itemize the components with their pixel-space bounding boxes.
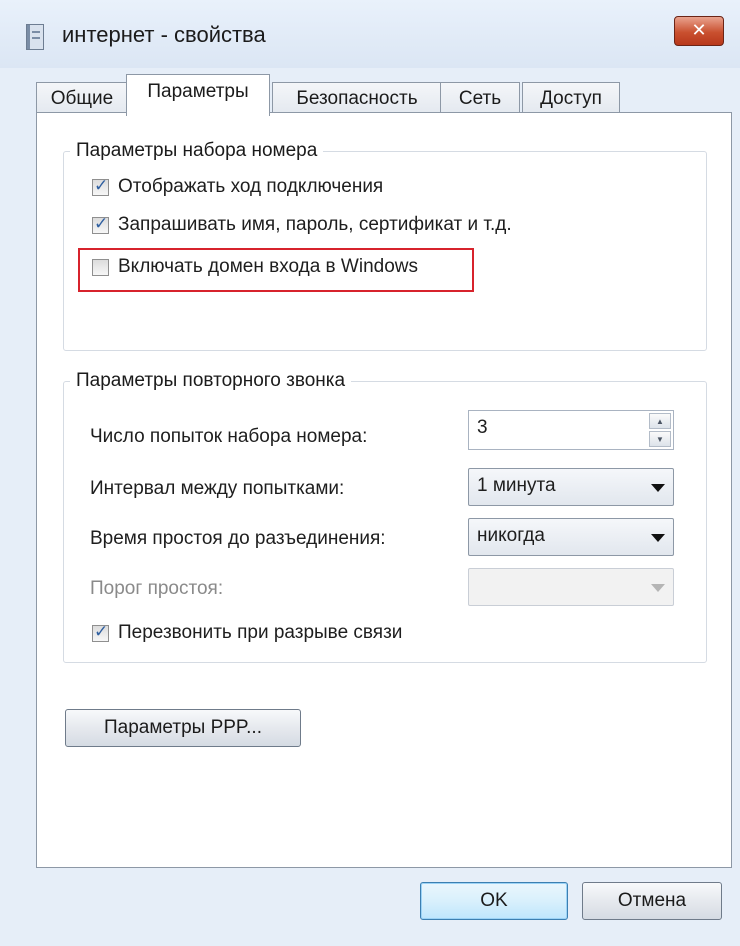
ppp-settings-button[interactable]: Параметры PPP... [65, 709, 301, 747]
spin-up-icon[interactable]: ▲ [649, 413, 671, 429]
spin-down-icon[interactable]: ▼ [649, 431, 671, 447]
prompt-credentials-label: Запрашивать имя, пароль, сертификат и т.… [118, 214, 512, 235]
redial-attempts-label: Число попыток набора номера: [90, 426, 368, 447]
idle-time-select[interactable]: никогда [468, 518, 674, 556]
redial-attempts-spinner[interactable]: 3 ▲ ▼ [468, 410, 674, 450]
redial-interval-select[interactable]: 1 минута [468, 468, 674, 506]
redial-interval-label: Интервал между попытками: [90, 478, 345, 499]
idle-threshold-label: Порог простоя: [90, 578, 224, 599]
idle-time-label: Время простоя до разъединения: [90, 528, 386, 549]
tab-security[interactable]: Безопасность [272, 82, 442, 115]
redial-on-drop-label: Перезвонить при разрыве связи [118, 622, 403, 643]
tab-general[interactable]: Общие [36, 82, 128, 115]
dial-options-group: Параметры набора номера Отображать ход п… [63, 140, 707, 351]
show-progress-label: Отображать ход подключения [118, 176, 384, 197]
connection-icon [26, 24, 44, 50]
dropdown-arrow-icon [651, 534, 665, 542]
include-domain-checkbox[interactable] [92, 259, 109, 276]
prompt-credentials-checkbox[interactable] [92, 214, 109, 234]
redial-options-title: Параметры повторного звонка [70, 370, 352, 392]
idle-time-value: никогда [477, 525, 545, 546]
redial-attempts-value: 3 [477, 417, 488, 438]
tab-network[interactable]: Сеть [440, 82, 520, 115]
title-bar: интернет - свойства ✕ [0, 0, 740, 68]
ok-button[interactable]: OK [420, 882, 568, 920]
include-domain-label: Включать домен входа в Windows [118, 256, 419, 277]
tab-parameters[interactable]: Параметры [126, 74, 270, 116]
redial-interval-value: 1 минута [477, 475, 556, 496]
properties-dialog: интернет - свойства ✕ Общие Параметры Бе… [0, 0, 740, 946]
redial-on-drop-checkbox[interactable] [92, 622, 109, 642]
redial-options-group: Параметры повторного звонка Число попыто… [63, 370, 707, 663]
dropdown-arrow-icon [651, 584, 665, 592]
close-button[interactable]: ✕ [674, 16, 724, 46]
show-progress-checkbox[interactable] [92, 176, 109, 196]
idle-threshold-select [468, 568, 674, 606]
window-title: интернет - свойства [62, 22, 266, 47]
cancel-button[interactable]: Отмена [582, 882, 722, 920]
tab-panel: Параметры набора номера Отображать ход п… [36, 112, 732, 868]
dropdown-arrow-icon [651, 484, 665, 492]
tab-sharing[interactable]: Доступ [522, 82, 620, 115]
dial-options-title: Параметры набора номера [70, 140, 324, 162]
